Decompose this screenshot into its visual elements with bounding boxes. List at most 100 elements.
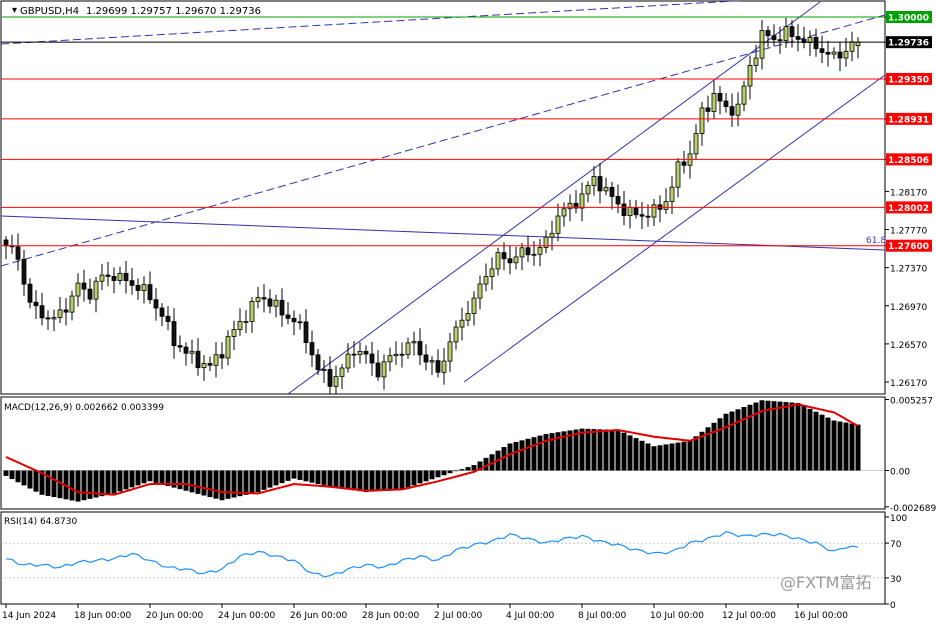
macd-histogram-bar xyxy=(573,429,579,471)
macd-histogram-bar xyxy=(375,470,381,492)
candle-body xyxy=(411,341,417,344)
macd-histogram-bar xyxy=(711,422,717,471)
candle-body xyxy=(615,196,621,205)
macd-histogram-bar xyxy=(783,402,789,471)
candle-body xyxy=(525,247,531,256)
macd-histogram-bar xyxy=(21,470,27,486)
macd-histogram-bar xyxy=(75,470,81,502)
macd-histogram-bar xyxy=(141,470,147,484)
candle-body xyxy=(441,360,447,373)
time-tick-label: 4 Jul 00:00 xyxy=(506,611,555,621)
price-panel[interactable]: 1.30000 1.29736 1.29350 1.28931 1.28506 1.281… xyxy=(0,0,932,397)
macd-histogram-bar xyxy=(279,470,285,484)
macd-histogram-bar xyxy=(621,432,627,471)
time-axis: 14 Jun 2024 18 Jun 00:00 20 Jun 00:00 24 Ju… xyxy=(2,604,848,621)
macd-panel[interactable]: 0.005257 0.00 -0.002689 MACD(12,26,9) 0.00… xyxy=(0,396,936,514)
macd-histogram-bar xyxy=(267,470,273,488)
macd-tick-label: 0.005257 xyxy=(890,397,933,407)
candle-body xyxy=(201,363,207,369)
macd-histogram-bar xyxy=(255,470,261,493)
macd-histogram-bar xyxy=(411,470,417,486)
candle-body xyxy=(357,350,363,355)
candle-body xyxy=(423,354,429,363)
macd-histogram-bar xyxy=(819,414,825,471)
candle-body xyxy=(171,321,177,346)
candle-body xyxy=(195,350,201,369)
candle-body xyxy=(435,360,441,373)
candle-body xyxy=(429,360,435,363)
candle-body xyxy=(381,361,387,378)
macd-tick-label: 0.00 xyxy=(890,468,910,478)
macd-histogram-bar xyxy=(645,443,651,471)
time-tick-label: 10 Jul 00:00 xyxy=(650,611,704,621)
channel-lower-line xyxy=(463,74,885,383)
candle-body xyxy=(711,93,717,112)
candle-body xyxy=(15,246,21,260)
candle-body xyxy=(213,354,219,366)
macd-histogram-bar xyxy=(843,422,849,471)
trading-chart-svg[interactable]: 1.30000 1.29736 1.29350 1.28931 1.28506 1.281… xyxy=(0,0,936,624)
candle-body xyxy=(555,215,561,234)
rsi-tick-label: 0 xyxy=(890,601,896,611)
macd-histogram-bar xyxy=(585,428,591,471)
candle-body xyxy=(39,305,45,319)
macd-histogram-bar xyxy=(105,470,111,495)
candle-body xyxy=(669,186,675,202)
candle-body xyxy=(837,51,843,59)
candle-body xyxy=(291,317,297,323)
candle-body xyxy=(141,284,147,291)
candle-body xyxy=(249,301,255,322)
macd-histogram-bar xyxy=(807,408,813,471)
channel-upper-line xyxy=(287,1,821,394)
price-level-badge-text: 1.28931 xyxy=(888,115,929,125)
rsi-panel[interactable]: 100 70 30 0 RSI(14) 64.8730 @FXTM富拓 xyxy=(0,511,907,611)
symbol-label: GBPUSD,H4 xyxy=(20,6,79,17)
candle-body xyxy=(27,283,33,303)
price-panel-border xyxy=(0,0,886,395)
collapse-triangle-icon[interactable]: ▾ xyxy=(12,5,17,16)
macd-histogram-bar xyxy=(87,470,93,499)
macd-histogram-bar xyxy=(507,443,513,471)
candle-body xyxy=(567,202,573,210)
macd-histogram-bar xyxy=(33,470,39,492)
macd-histogram-bar xyxy=(129,470,135,488)
macd-histogram-bar xyxy=(663,444,669,471)
candle-body xyxy=(51,317,57,320)
candle-body xyxy=(735,103,741,116)
fib-label: 61.8 xyxy=(866,236,886,246)
price-tick-label: 1.27770 xyxy=(890,227,927,237)
macd-histogram-bar xyxy=(99,470,105,497)
rsi-axis-ticks: 100 70 30 0 xyxy=(885,514,907,611)
trend-lines xyxy=(1,1,885,394)
candle-body xyxy=(795,36,801,40)
macd-histogram-bar xyxy=(225,470,231,499)
macd-histogram-bar xyxy=(789,402,795,471)
macd-histogram-bar xyxy=(327,470,333,487)
macd-histogram-bar xyxy=(177,470,183,490)
candle-body xyxy=(393,353,399,357)
macd-histogram-bar xyxy=(171,470,177,488)
macd-histogram-bar xyxy=(591,429,597,471)
candle-body xyxy=(699,107,705,134)
candle-body xyxy=(159,307,165,317)
macd-histogram-bar xyxy=(735,409,741,471)
candle-body xyxy=(117,272,123,281)
macd-histogram-bar xyxy=(717,418,723,471)
macd-histogram-bar xyxy=(159,470,165,485)
candle-body xyxy=(741,85,747,105)
macd-axis-ticks: 0.005257 0.00 -0.002689 xyxy=(885,397,936,514)
candle-body xyxy=(489,268,495,278)
price-tick-label: 1.26170 xyxy=(890,379,927,389)
macd-histogram-bar xyxy=(315,470,321,485)
macd-histogram-bar xyxy=(603,429,609,471)
macd-histogram-bar xyxy=(399,470,405,490)
time-tick-label: 8 Jul 00:00 xyxy=(578,611,627,621)
rsi-tick-label: 30 xyxy=(890,575,902,585)
macd-histogram-bar xyxy=(135,470,141,486)
price-level-badge-text: 1.28002 xyxy=(888,204,929,214)
candle-body xyxy=(537,246,543,255)
candle-body xyxy=(513,256,519,264)
candle-body xyxy=(651,204,657,218)
rsi-tick-label: 100 xyxy=(890,514,907,524)
candle-body xyxy=(459,319,465,328)
